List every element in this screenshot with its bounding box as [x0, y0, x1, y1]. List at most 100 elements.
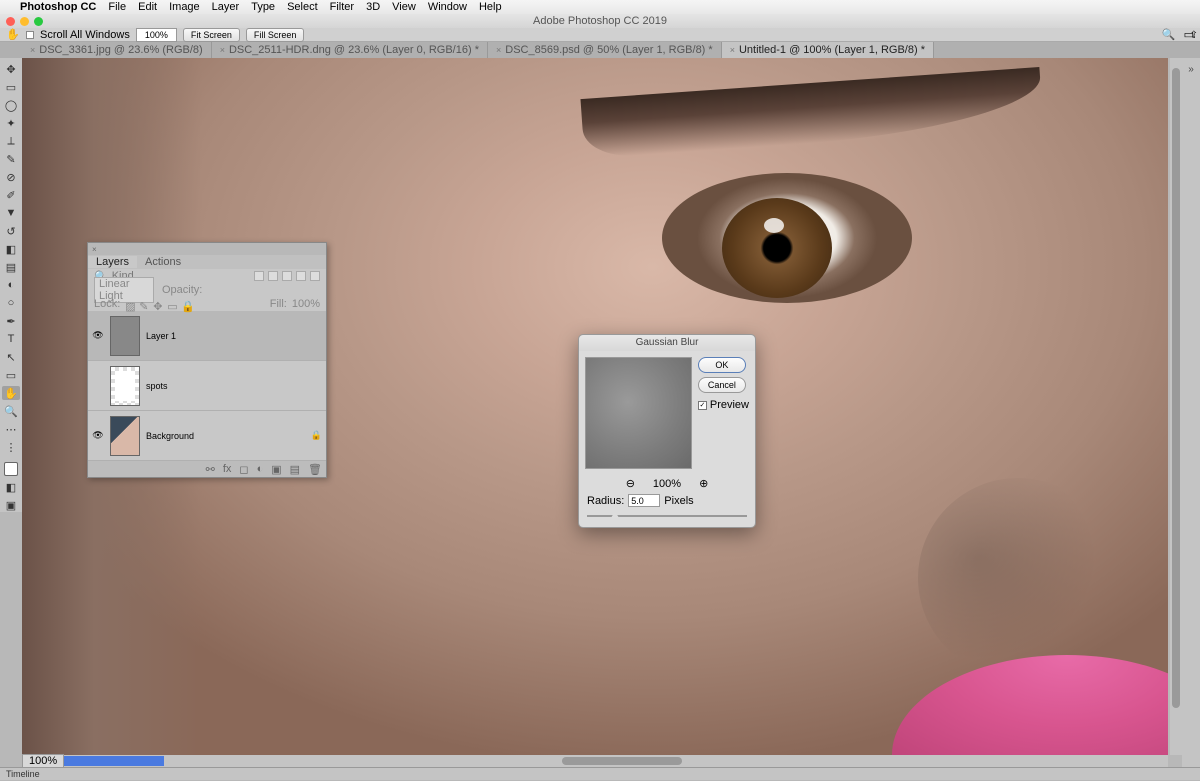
delete-layer-icon[interactable]: 🗑 [308, 463, 322, 476]
scroll-all-checkbox[interactable] [26, 31, 34, 39]
foreground-color[interactable] [4, 462, 18, 476]
healing-brush-tool[interactable]: ⊘ [2, 170, 20, 184]
blur-preview[interactable] [585, 357, 692, 469]
dodge-tool[interactable]: ○ [2, 296, 20, 310]
group-icon[interactable]: ▣ [271, 463, 281, 476]
timeline-panel-tab[interactable]: Timeline [0, 767, 1200, 780]
tab-close-icon[interactable]: × [730, 45, 735, 55]
radius-slider[interactable] [579, 515, 755, 527]
menu-3d[interactable]: 3D [366, 1, 380, 13]
edit-toolbar[interactable]: ⋮ [2, 440, 20, 454]
tab-layers[interactable]: Layers [88, 256, 137, 268]
tab-dsc3361[interactable]: ×DSC_3361.jpg @ 23.6% (RGB/8) [22, 42, 212, 58]
zoom-in-icon[interactable]: ⊕ [699, 477, 708, 490]
tab-untitled1[interactable]: ×Untitled-1 @ 100% (Layer 1, RGB/8) * [722, 42, 934, 58]
fit-screen-button[interactable]: Fit Screen [183, 28, 240, 42]
zoom-percent[interactable]: 100% [22, 754, 64, 768]
blur-tool[interactable]: ◐ [2, 278, 20, 292]
close-icon[interactable] [6, 17, 15, 26]
layer-thumbnail[interactable] [110, 366, 140, 406]
expand-panels-icon[interactable]: » [1188, 64, 1194, 75]
share-icon[interactable]: ⇪ [1190, 30, 1198, 41]
eyedropper-tool[interactable]: ✎ [2, 152, 20, 166]
fill-value[interactable]: 100% [292, 298, 320, 310]
layer-name[interactable]: Background [146, 431, 305, 441]
tab-dsc8569[interactable]: ×DSC_8569.psd @ 50% (Layer 1, RGB/8) * [488, 42, 722, 58]
new-layer-icon[interactable]: ▤ [290, 463, 300, 476]
lasso-tool[interactable]: ◯ [2, 98, 20, 112]
layer-effects-icon[interactable]: fx [223, 463, 232, 475]
cancel-button[interactable]: Cancel [698, 377, 746, 393]
visibility-icon[interactable]: 👁 [92, 430, 104, 441]
layer-thumbnail[interactable] [110, 316, 140, 356]
preview-checkbox[interactable]: ✓ [698, 401, 707, 410]
tab-close-icon[interactable]: × [496, 45, 501, 55]
filter-type-icon[interactable] [282, 271, 292, 281]
slider-thumb[interactable] [611, 511, 619, 518]
horizontal-scrollbar[interactable] [22, 755, 1168, 767]
stamp-tool[interactable]: ▼ [2, 206, 20, 220]
app-name[interactable]: Photoshop CC [20, 1, 96, 13]
layer-name[interactable]: spots [146, 381, 322, 391]
magic-wand-tool[interactable]: ✦ [2, 116, 20, 130]
pen-tool[interactable]: ✒ [2, 314, 20, 328]
scroll-thumb[interactable] [562, 757, 682, 765]
brush-tool[interactable]: ✐ [2, 188, 20, 202]
gradient-tool[interactable]: ▤ [2, 260, 20, 274]
vertical-scrollbar[interactable] [1170, 58, 1182, 755]
filter-smart-icon[interactable] [310, 271, 320, 281]
lock-paint-icon[interactable]: ✎ [139, 300, 148, 309]
hand-tool-icon[interactable]: ✋ [6, 29, 20, 41]
marquee-tool[interactable]: ▭ [2, 80, 20, 94]
zoom-tool[interactable]: 🔍 [2, 404, 20, 418]
minimize-icon[interactable] [20, 17, 29, 26]
lock-all-icon[interactable]: 🔒 [181, 300, 190, 309]
lock-artboard-icon[interactable]: ▭ [167, 300, 176, 309]
layer-row[interactable]: 👁 Layer 1 [88, 311, 326, 361]
visibility-icon[interactable]: 👁 [92, 330, 104, 341]
menu-help[interactable]: Help [479, 1, 502, 13]
menu-filter[interactable]: Filter [330, 1, 354, 13]
menu-layer[interactable]: Layer [212, 1, 240, 13]
layer-mask-icon[interactable]: ◻ [239, 463, 248, 476]
zoom-out-icon[interactable]: ⊖ [626, 477, 635, 490]
menu-file[interactable]: File [108, 1, 126, 13]
tab-close-icon[interactable]: × [30, 45, 35, 55]
move-tool[interactable]: ✥ [2, 62, 20, 76]
layer-row[interactable]: spots [88, 361, 326, 411]
menu-window[interactable]: Window [428, 1, 467, 13]
scroll-thumb[interactable] [1172, 68, 1180, 708]
crop-tool[interactable]: ⟂ [2, 134, 20, 148]
tab-actions[interactable]: Actions [137, 256, 189, 268]
lock-position-icon[interactable]: ✥ [153, 300, 162, 309]
panel-header[interactable]: × [88, 243, 326, 255]
tab-dsc2511[interactable]: ×DSC_2511-HDR.dng @ 23.6% (Layer 0, RGB/… [212, 42, 488, 58]
maximize-icon[interactable] [34, 17, 43, 26]
path-tool[interactable]: ↖ [2, 350, 20, 364]
layer-thumbnail[interactable] [110, 416, 140, 456]
filter-pixel-icon[interactable] [254, 271, 264, 281]
shape-tool[interactable]: ▭ [2, 368, 20, 382]
history-brush-tool[interactable]: ↺ [2, 224, 20, 238]
quick-mask-icon[interactable]: ◧ [2, 480, 20, 494]
menu-type[interactable]: Type [251, 1, 275, 13]
filter-shape-icon[interactable] [296, 271, 306, 281]
menu-edit[interactable]: Edit [138, 1, 157, 13]
type-tool[interactable]: T [2, 332, 20, 346]
hand-tool[interactable]: ✋ [2, 386, 20, 400]
more-tools[interactable]: ⋯ [2, 422, 20, 436]
fill-screen-button[interactable]: Fill Screen [246, 28, 305, 42]
eraser-tool[interactable]: ◧ [2, 242, 20, 256]
menu-view[interactable]: View [392, 1, 416, 13]
layers-panel[interactable]: × Layers Actions 🔍 Kind Linear Light Opa… [87, 242, 327, 478]
screen-mode-icon[interactable]: ▣ [2, 498, 20, 512]
lock-transparency-icon[interactable]: ▨ [125, 300, 134, 309]
gaussian-blur-dialog[interactable]: Gaussian Blur OK Cancel ✓ Preview ⊖ 100%… [578, 334, 756, 528]
menu-image[interactable]: Image [169, 1, 200, 13]
layer-name[interactable]: Layer 1 [146, 331, 322, 341]
menu-select[interactable]: Select [287, 1, 318, 13]
link-layers-icon[interactable]: ⚯ [206, 463, 215, 476]
radius-input[interactable] [628, 494, 660, 507]
dialog-title[interactable]: Gaussian Blur [579, 335, 755, 351]
layer-row[interactable]: 👁 Background 🔒 [88, 411, 326, 461]
